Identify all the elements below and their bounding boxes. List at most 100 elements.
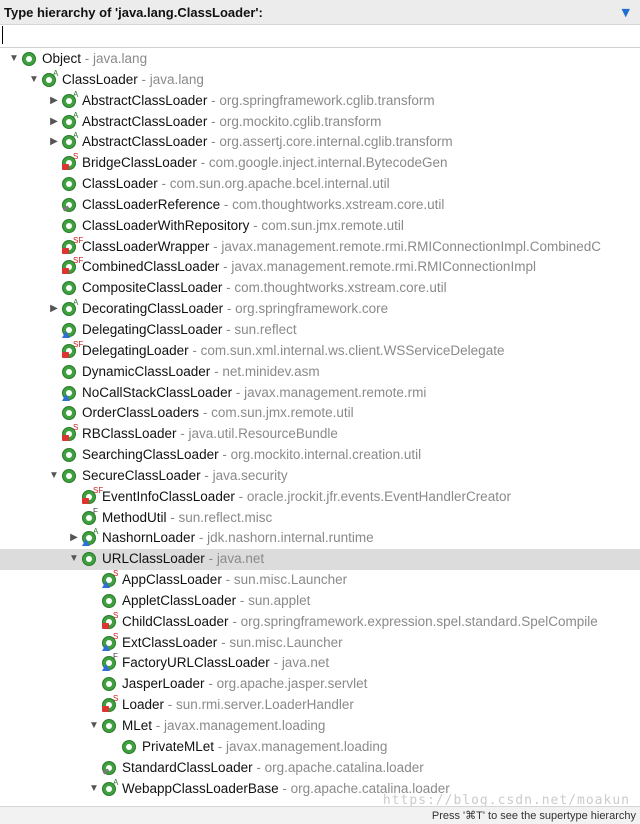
- expanded-arrow-icon[interactable]: ▼: [48, 466, 60, 487]
- class-icon: [82, 552, 96, 567]
- package-private-icon: [102, 664, 110, 672]
- modifier-badge-icon: A: [93, 527, 99, 537]
- tree-row[interactable]: OrderClassLoaders - com.sun.jmx.remote.u…: [0, 403, 640, 424]
- tree-row[interactable]: DelegatingClassLoader - sun.reflect: [0, 320, 640, 341]
- separator: -: [209, 238, 222, 254]
- class-icon: [102, 593, 116, 608]
- tree-row[interactable]: ▶ A AbstractClassLoader - org.mockito.cgli…: [0, 111, 640, 133]
- tree-row[interactable]: SearchingClassLoader - org.mockito.inter…: [0, 445, 640, 466]
- class-label: DelegatingLoader - com.sun.xml.internal.…: [82, 341, 504, 362]
- class-icon: [62, 468, 76, 483]
- tree-row[interactable]: NoCallStackClassLoader - javax.managemen…: [0, 383, 640, 404]
- separator: -: [221, 572, 234, 588]
- tree-row[interactable]: ClassLoaderWithRepository - com.sun.jmx.…: [0, 216, 640, 237]
- modifier-badge-icon: S: [113, 569, 119, 579]
- class-icon: [62, 281, 76, 296]
- class-name: NashornLoader: [102, 530, 196, 546]
- protected-key-icon: [62, 205, 70, 212]
- tree-row[interactable]: AppletClassLoader - sun.applet: [0, 591, 640, 612]
- collapsed-arrow-icon[interactable]: ▶: [48, 132, 60, 153]
- package-name: com.thoughtworks.xstream.core.util: [234, 280, 447, 296]
- collapsed-arrow-icon[interactable]: ▶: [48, 112, 60, 133]
- package-name: sun.misc.Launcher: [233, 572, 348, 588]
- tree-row[interactable]: S RBClassLoader - java.util.ResourceBundl…: [0, 423, 640, 445]
- separator: -: [196, 155, 209, 171]
- class-icon: [62, 322, 76, 338]
- private-lock-icon: [102, 706, 109, 713]
- package-name: org.springframework.core: [235, 301, 389, 317]
- private-lock-icon: [62, 435, 69, 442]
- class-label: AppClassLoader - sun.misc.Launcher: [122, 570, 347, 591]
- tree-row[interactable]: S AppClassLoader - sun.misc.Launcher: [0, 569, 640, 591]
- tree-row[interactable]: S BridgeClassLoader - com.google.inject.i…: [0, 152, 640, 174]
- modifier-badge-icon: A: [113, 777, 119, 787]
- tree-row[interactable]: JasperLoader - org.apache.jasper.servlet: [0, 674, 640, 695]
- tree-row[interactable]: ClassLoader - com.sun.org.apache.bcel.in…: [0, 174, 640, 195]
- package-name: org.assertj.core.internal.cglib.transfor…: [219, 134, 453, 150]
- tree-row[interactable]: F MethodUtil - sun.reflect.misc: [0, 506, 640, 529]
- chevron-down-icon[interactable]: ▼: [622, 6, 630, 19]
- expanded-arrow-icon[interactable]: ▼: [68, 549, 80, 570]
- class-label: DecoratingClassLoader - org.springframew…: [82, 299, 388, 320]
- tree-row[interactable]: DynamicClassLoader - net.minidev.asm: [0, 362, 640, 383]
- expanded-arrow-icon[interactable]: ▼: [28, 70, 40, 91]
- class-icon: [122, 739, 136, 754]
- package-name: javax.management.remote.rmi.RMIConnectio…: [221, 238, 601, 254]
- class-label: ClassLoaderWrapper - javax.management.re…: [82, 237, 601, 258]
- tree-row[interactable]: PrivateMLet - javax.management.loading: [0, 737, 640, 758]
- tree-row[interactable]: ▼ MLet - javax.management.loading: [0, 716, 640, 737]
- tree-row[interactable]: S ChildClassLoader - org.springframework.…: [0, 611, 640, 633]
- tree-row[interactable]: ▼ URLClassLoader - java.net: [0, 549, 640, 571]
- class-label: OrderClassLoaders - com.sun.jmx.remote.u…: [82, 403, 354, 424]
- collapsed-arrow-icon[interactable]: ▶: [48, 299, 60, 320]
- tree-row[interactable]: SF DelegatingLoader - com.sun.xml.interna…: [0, 340, 640, 362]
- tree-row[interactable]: S Loader - sun.rmi.server.LoaderHandler: [0, 694, 640, 716]
- class-label: ClassLoaderReference - com.thoughtworks.…: [82, 195, 444, 216]
- separator: -: [188, 342, 201, 358]
- tree-row[interactable]: F FactoryURLClassLoader - java.net: [0, 652, 640, 674]
- package-name: sun.reflect: [234, 321, 297, 337]
- expanded-arrow-icon[interactable]: ▼: [8, 49, 20, 70]
- separator: -: [232, 384, 245, 400]
- separator: -: [228, 613, 241, 629]
- class-icon: [62, 177, 76, 192]
- class-name: AbstractClassLoader: [82, 134, 208, 150]
- class-name: URLClassLoader: [102, 551, 205, 567]
- expanded-arrow-icon[interactable]: ▼: [88, 716, 100, 737]
- collapsed-arrow-icon[interactable]: ▶: [48, 91, 60, 112]
- separator: -: [223, 301, 236, 317]
- search-input[interactable]: [2, 26, 637, 44]
- separator: -: [210, 363, 223, 379]
- class-name: ClassLoader: [62, 71, 138, 87]
- package-name: sun.reflect.misc: [178, 509, 273, 525]
- tree-row[interactable]: ▼ A ClassLoader - java.lang: [0, 69, 640, 91]
- tree-row[interactable]: SF ClassLoaderWrapper - javax.management.…: [0, 236, 640, 258]
- tree-row[interactable]: SF CombinedClassLoader - javax.management…: [0, 256, 640, 278]
- hierarchy-tree: ▼ Object - java.lang ▼ A ClassLoader - java.…: [0, 49, 640, 804]
- package-name: org.mockito.cglib.transform: [219, 113, 382, 129]
- package-name: com.sun.org.apache.bcel.internal.util: [169, 176, 390, 192]
- tree-row[interactable]: ClassLoaderReference - com.thoughtworks.…: [0, 195, 640, 216]
- title-bar: Type hierarchy of 'java.lang.ClassLoader…: [0, 0, 640, 25]
- expanded-arrow-icon[interactable]: ▼: [88, 779, 100, 800]
- package-name: com.thoughtworks.xstream.core.util: [232, 196, 445, 212]
- tree-row[interactable]: ▶ A AbstractClassLoader - org.springframew…: [0, 90, 640, 112]
- popup-title: Type hierarchy of 'java.lang.ClassLoader…: [4, 5, 263, 20]
- tree-row[interactable]: ▼ Object - java.lang: [0, 49, 640, 70]
- separator: -: [218, 447, 231, 463]
- tree-row[interactable]: ▶ A DecoratingClassLoader - org.springfram…: [0, 298, 640, 320]
- class-name: JasperLoader: [122, 676, 205, 692]
- class-label: DelegatingClassLoader - sun.reflect: [82, 320, 297, 341]
- tree-row[interactable]: ▶ A AbstractClassLoader - org.assertj.core…: [0, 131, 640, 153]
- collapsed-arrow-icon[interactable]: ▶: [68, 528, 80, 549]
- class-name: DynamicClassLoader: [82, 363, 211, 379]
- package-name: java.lang: [149, 71, 204, 87]
- tree-row[interactable]: StandardClassLoader - org.apache.catalin…: [0, 758, 640, 779]
- class-icon: S: [102, 569, 118, 589]
- tree-row[interactable]: CompositeClassLoader - com.thoughtworks.…: [0, 278, 640, 299]
- modifier-badge-icon: F: [93, 506, 98, 516]
- tree-row[interactable]: ▼ SecureClassLoader - java.security: [0, 466, 640, 487]
- tree-row[interactable]: S ExtClassLoader - sun.misc.Launcher: [0, 632, 640, 654]
- tree-row[interactable]: SF EventInfoClassLoader - oracle.jrockit.…: [0, 486, 640, 508]
- tree-row[interactable]: ▶ A NashornLoader - jdk.nashorn.internal.r…: [0, 527, 640, 549]
